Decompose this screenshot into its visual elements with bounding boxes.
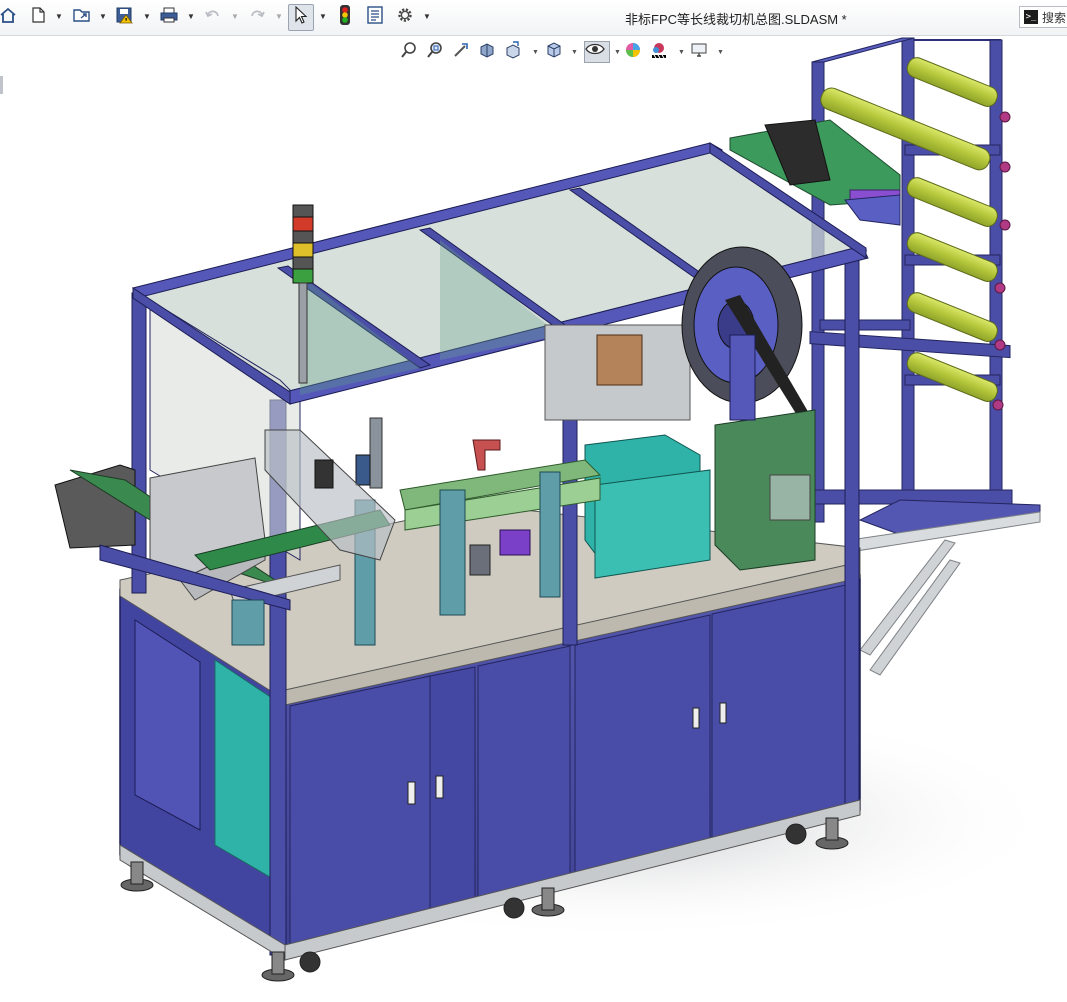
zoom-to-area-button[interactable] — [426, 41, 448, 63]
open-folder-icon — [72, 6, 92, 29]
home-icon — [0, 6, 17, 29]
chevron-down-icon[interactable]: ▼ — [717, 49, 724, 56]
chevron-down-icon[interactable]: ▼ — [275, 13, 283, 21]
options-button[interactable] — [393, 5, 417, 29]
graphics-area[interactable]: ▼ ▼ ▼ ▼ ▼ — [0, 36, 1067, 1002]
zoom-to-fit-button[interactable] — [400, 41, 422, 63]
print-icon — [159, 6, 179, 29]
command-prompt-icon: >_ — [1024, 10, 1038, 24]
chevron-down-icon[interactable]: ▼ — [99, 13, 107, 21]
print-button[interactable] — [157, 5, 181, 29]
open-button[interactable] — [70, 5, 94, 29]
document-title: 非标FPC等长线裁切机总图.SLDASM * — [625, 12, 847, 27]
chevron-down-icon[interactable]: ▼ — [678, 49, 685, 56]
undo-button[interactable] — [201, 5, 225, 29]
gear-icon — [396, 6, 414, 29]
hide-show-items-button[interactable] — [584, 41, 610, 63]
redo-icon — [248, 6, 266, 29]
new-document-button[interactable] — [26, 5, 50, 29]
search-input[interactable]: >_ 搜索 — [1019, 6, 1067, 28]
undo-icon — [204, 6, 222, 29]
save-icon — [115, 6, 135, 29]
chevron-down-icon[interactable]: ▼ — [532, 49, 539, 56]
chevron-down-icon[interactable]: ▼ — [231, 13, 239, 21]
rebuild-button[interactable] — [333, 4, 357, 31]
save-button[interactable] — [113, 5, 137, 29]
section-view-button[interactable] — [478, 41, 500, 63]
file-properties-icon — [366, 5, 384, 29]
dynamic-annotation-views-button[interactable] — [504, 41, 526, 63]
chevron-down-icon[interactable]: ▼ — [143, 13, 151, 21]
chevron-down-icon[interactable]: ▼ — [614, 49, 621, 56]
search-label: 搜索 — [1042, 10, 1067, 25]
assembly-model[interactable] — [0, 36, 1067, 1002]
view-settings-button[interactable] — [690, 41, 712, 63]
view-orientation-button[interactable] — [545, 41, 567, 63]
solidworks-window: ▼ ▼ ▼ ▼ ▼ ▼ ▼ ▼ 非标FPC等长线裁切机总图.SLDASM * >… — [0, 0, 1067, 1002]
chevron-down-icon[interactable]: ▼ — [423, 13, 431, 21]
chevron-down-icon[interactable]: ▼ — [55, 13, 63, 21]
file-properties-button[interactable] — [363, 5, 387, 29]
heads-up-view-toolbar: ▼ ▼ ▼ ▼ ▼ — [0, 36, 1067, 66]
redo-button[interactable] — [245, 5, 269, 29]
previous-view-button[interactable] — [452, 41, 474, 63]
edit-appearance-button[interactable] — [624, 41, 646, 63]
chevron-down-icon[interactable]: ▼ — [319, 13, 327, 21]
chevron-down-icon[interactable]: ▼ — [571, 49, 578, 56]
select-button[interactable] — [288, 4, 314, 31]
apply-scene-button[interactable] — [650, 41, 672, 63]
home-button[interactable] — [0, 5, 20, 29]
main-toolbar: ▼ ▼ ▼ ▼ ▼ ▼ ▼ ▼ 非标FPC等长线裁切机总图.SLDASM * >… — [0, 0, 1067, 36]
new-document-icon — [29, 6, 47, 29]
select-arrow-icon — [293, 5, 309, 30]
side-conveyor-rail — [849, 511, 1041, 676]
rebuild-traffic-light-icon — [339, 4, 351, 31]
chevron-down-icon[interactable]: ▼ — [187, 13, 195, 21]
